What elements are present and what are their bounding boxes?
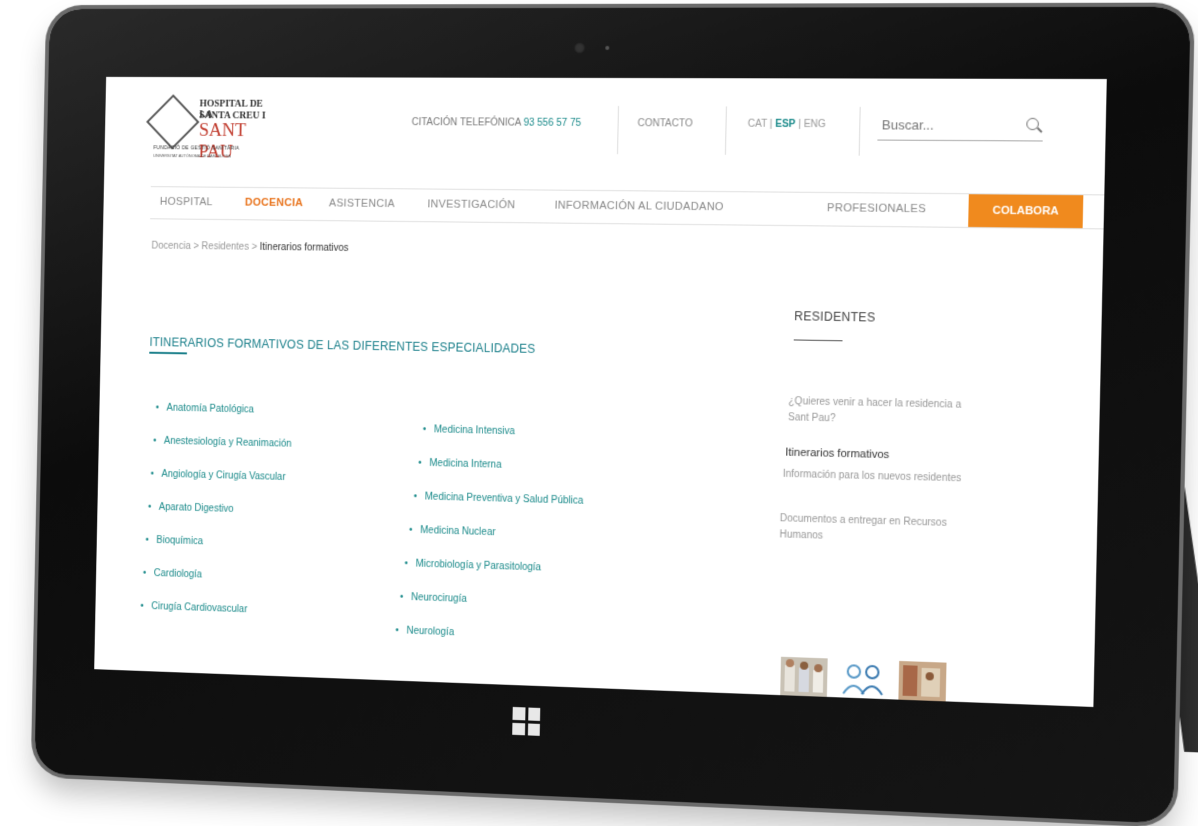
lang-eng[interactable]: ENG bbox=[804, 119, 826, 130]
sidebar-divider bbox=[793, 339, 843, 342]
divider bbox=[617, 106, 619, 155]
sidebar-link-nuevos-residentes[interactable]: Información para los nuevos residentes bbox=[783, 467, 967, 488]
specialty-link[interactable]: Neurología bbox=[395, 625, 454, 639]
specialty-link[interactable]: Medicina Intensiva bbox=[423, 424, 515, 437]
breadcrumb-docencia[interactable]: Docencia bbox=[151, 241, 190, 252]
nav-hospital[interactable]: HOSPITAL bbox=[160, 196, 213, 208]
specialty-link[interactable]: Angiología y Cirugía Vascular bbox=[150, 469, 285, 483]
contacto-link[interactable]: CONTACTO bbox=[637, 118, 692, 129]
page-title: ITINERARIOS FORMATIVOS DE LAS DIFERENTES… bbox=[149, 335, 536, 356]
breadcrumb: Docencia > Residentes > Itinerarios form… bbox=[151, 240, 349, 254]
residents-photo-thumbnail[interactable] bbox=[780, 656, 828, 697]
main-nav: HOSPITAL DOCENCIA ASISTENCIA INVESTIGACI… bbox=[150, 186, 1105, 230]
lang-cat[interactable]: CAT bbox=[748, 119, 767, 130]
logo-cross-icon bbox=[146, 94, 200, 150]
specialty-link[interactable]: Microbiología y Parasitología bbox=[404, 558, 542, 574]
hospital-photo-thumbnail[interactable] bbox=[898, 660, 947, 702]
search-icon[interactable] bbox=[1026, 117, 1039, 131]
search-box bbox=[877, 111, 1044, 142]
nav-docencia[interactable]: DOCENCIA bbox=[245, 197, 303, 209]
browser-screen: HOSPITAL DE LA SANTA CREU I SANT PAU FUN… bbox=[94, 76, 1107, 708]
specialty-link[interactable]: Bioquímica bbox=[145, 535, 203, 547]
windows-logo-icon[interactable] bbox=[512, 706, 541, 736]
phone-appointment: CITACIÓN TELEFÓNICA 93 556 57 75 bbox=[412, 117, 582, 129]
search-input[interactable] bbox=[877, 111, 1006, 134]
divider bbox=[858, 106, 861, 156]
sidebar-link-documentos[interactable]: Documentos a entregar en Recursos Humano… bbox=[779, 511, 964, 549]
breadcrumb-residentes[interactable]: Residentes bbox=[201, 241, 249, 252]
site-header: HOSPITAL DE LA SANTA CREU I SANT PAU FUN… bbox=[104, 77, 1107, 192]
divider bbox=[724, 106, 727, 155]
specialty-link[interactable]: Medicina Preventiva y Salud Pública bbox=[414, 491, 584, 507]
specialty-link[interactable]: Neurocirugía bbox=[400, 592, 467, 605]
nav-asistencia[interactable]: ASISTENCIA bbox=[329, 198, 395, 210]
specialty-link[interactable]: Medicina Interna bbox=[418, 458, 501, 471]
title-underline bbox=[149, 351, 187, 355]
logo-line4: FUNDACIÓ DE GESTIÓ SANITÀRIA bbox=[153, 145, 240, 152]
tablet-device: HOSPITAL DE LA SANTA CREU I SANT PAU FUN… bbox=[34, 6, 1190, 824]
language-switcher: CAT | ESP | ENG bbox=[747, 118, 826, 131]
hospital-logo[interactable]: HOSPITAL DE LA SANTA CREU I SANT PAU FUN… bbox=[146, 94, 277, 163]
people-illustration-thumbnail[interactable] bbox=[839, 658, 887, 700]
lang-esp[interactable]: ESP bbox=[775, 119, 795, 130]
citacion-phone[interactable]: 93 556 57 75 bbox=[523, 118, 581, 129]
sidebar-link-itinerarios[interactable]: Itinerarios formativos bbox=[785, 444, 970, 465]
logo-line5: UNIVERSITAT AUTÒNOMA DE BARCELONA bbox=[153, 153, 231, 159]
nav-informacion-ciudadano[interactable]: INFORMACIÓN AL CIUDADANO bbox=[554, 200, 723, 214]
sidebar-title: RESIDENTES bbox=[794, 309, 876, 325]
specialty-link[interactable]: Aparato Digestivo bbox=[148, 502, 234, 515]
colabora-button[interactable]: COLABORA bbox=[968, 194, 1084, 229]
sidebar-link-venir[interactable]: ¿Quieres venir a hacer la residencia a S… bbox=[788, 394, 973, 430]
specialty-link[interactable]: Cirugía Cardiovascular bbox=[140, 601, 247, 615]
specialty-link[interactable]: Cardiología bbox=[143, 568, 202, 580]
nav-investigacion[interactable]: INVESTIGACIÓN bbox=[427, 198, 515, 211]
citacion-label: CITACIÓN TELEFÓNICA bbox=[411, 117, 521, 129]
specialty-link[interactable]: Anatomía Patológica bbox=[156, 403, 254, 416]
specialty-link[interactable]: Anestesiología y Reanimación bbox=[153, 436, 292, 450]
nav-profesionales[interactable]: PROFESIONALES bbox=[827, 202, 926, 215]
specialty-link[interactable]: Medicina Nuclear bbox=[409, 525, 496, 538]
breadcrumb-current: Itinerarios formativos bbox=[259, 241, 349, 254]
